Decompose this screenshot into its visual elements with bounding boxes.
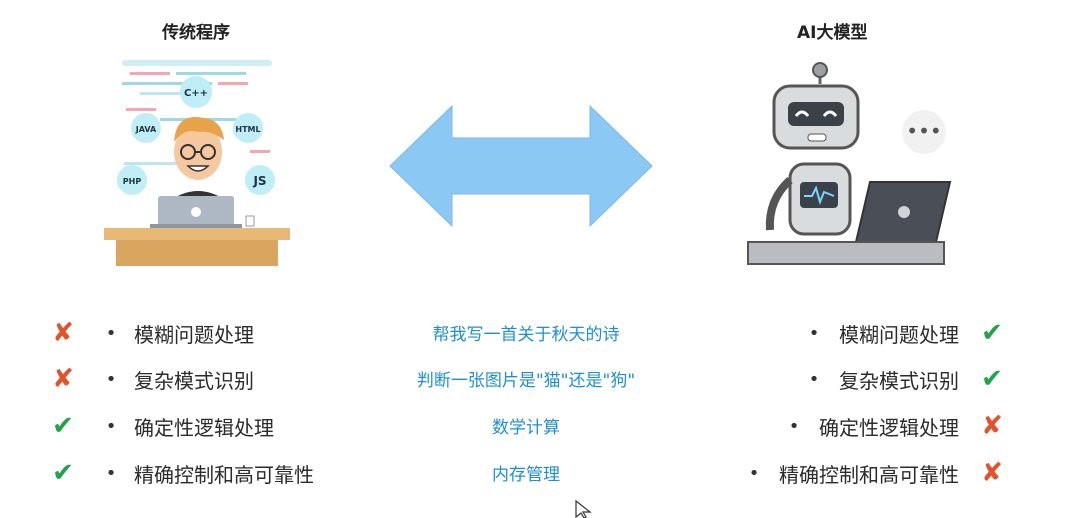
left-list-item: ✔ • 确定性逻辑处理 [48, 411, 274, 441]
left-list-item: ✘ • 模糊问题处理 [48, 318, 254, 348]
bullet: • [105, 322, 117, 344]
right-list-item: • 复杂模式识别 ✔ [807, 364, 1007, 394]
thinking-dots-text: ••• [906, 119, 941, 143]
badge-java: JAVA [135, 125, 157, 134]
thinking-dots: ••• [902, 110, 946, 154]
badge-cpp: C++ [184, 88, 208, 99]
right-item-label: 精确控制和高可靠性 [779, 462, 959, 487]
cross-icon: ✘ [981, 411, 1003, 441]
bullet: • [105, 462, 117, 484]
right-item-label: 模糊问题处理 [839, 322, 959, 347]
mouse-cursor-icon [575, 500, 592, 518]
ai-model-title: AI大模型 [797, 23, 868, 43]
badge-js: JS [252, 174, 266, 188]
example-task: 内存管理 [492, 465, 560, 485]
bullet: • [808, 368, 820, 390]
right-item-label: 确定性逻辑处理 [819, 415, 959, 440]
example-task: 帮我写一首关于秋天的诗 [432, 325, 620, 345]
robot-illustration: ••• [747, 62, 952, 265]
desk-with-laptop [104, 196, 290, 266]
bullet: • [808, 322, 820, 344]
cross-icon: ✘ [981, 458, 1003, 488]
example-task: 数学计算 [492, 418, 560, 438]
traditional-program-title: 传统程序 [162, 23, 230, 43]
check-icon: ✔ [981, 318, 1003, 348]
left-item-label: 复杂模式识别 [134, 368, 254, 393]
left-item-label: 确定性逻辑处理 [134, 415, 274, 440]
example-task: 判断一张图片是"猫"还是"狗" [416, 371, 636, 391]
bullet: • [105, 368, 117, 390]
check-icon: ✔ [52, 411, 74, 441]
check-icon: ✔ [52, 458, 74, 488]
left-list-item: ✘ • 复杂模式识别 [48, 364, 254, 394]
right-list-item: • 确定性逻辑处理 ✘ [787, 411, 1007, 441]
bullet: • [748, 462, 760, 484]
programmer-illustration: C++ JAVA HTML PHP JS [104, 60, 290, 266]
cross-icon: ✘ [52, 364, 74, 394]
badge-php: PHP [123, 177, 142, 186]
double-arrow-icon [389, 104, 653, 228]
check-icon: ✔ [981, 364, 1003, 394]
right-list-item: • 模糊问题处理 ✔ [807, 318, 1007, 348]
right-list-item: • 精确控制和高可靠性 ✘ [747, 458, 1007, 488]
left-list-item: ✔ • 精确控制和高可靠性 [48, 458, 314, 488]
bullet: • [105, 415, 117, 437]
right-item-label: 复杂模式识别 [839, 368, 959, 393]
cross-icon: ✘ [52, 318, 74, 348]
left-item-label: 模糊问题处理 [134, 322, 254, 347]
left-item-label: 精确控制和高可靠性 [134, 462, 314, 487]
robot-figure [765, 62, 860, 236]
badge-html: HTML [235, 125, 260, 134]
bullet: • [788, 415, 800, 437]
